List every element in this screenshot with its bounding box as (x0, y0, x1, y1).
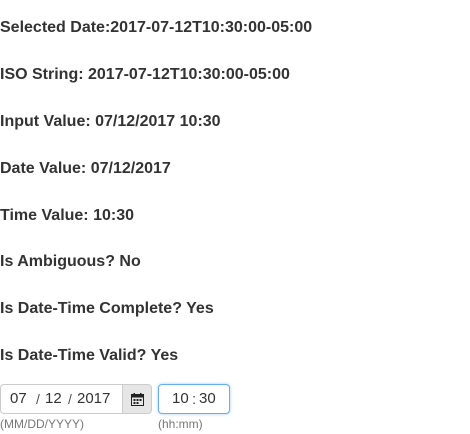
date-picker: 07 / 12 / 2017 (MM/DD/YYYY) (0, 384, 152, 431)
day-segment[interactable]: 12 (45, 385, 62, 413)
input-value-value: 07/12/2017 10:30 (95, 113, 221, 130)
time-input[interactable]: 10 : 30 (158, 384, 230, 414)
date-value-label: Date Value: (0, 160, 91, 177)
selected-date-value: 2017-07-12T10:30:00-05:00 (110, 19, 313, 36)
is-valid-label: Is Date-Time Valid? (0, 347, 151, 364)
is-ambiguous-value: No (119, 253, 141, 270)
date-separator: / (68, 391, 72, 407)
time-separator: : (192, 391, 197, 408)
time-value-line: Time Value: 10:30 (0, 207, 134, 225)
input-value-line: Input Value: 07/12/2017 10:30 (0, 113, 221, 131)
time-value-label: Time Value: (0, 207, 94, 224)
date-value-line: Date Value: 07/12/2017 (0, 160, 171, 178)
date-time-pickers: 07 / 12 / 2017 (MM/DD/YYYY) 10: 30 (hh:… (0, 384, 470, 434)
date-value-value: 07/12/2017 (90, 160, 171, 177)
month-segment[interactable]: 07 (10, 385, 27, 413)
date-time-demo-page: Selected Date:2017-07-12T10:30:00-05:00 … (0, 0, 470, 434)
is-complete-label: Is Date-Time Complete? (0, 300, 187, 317)
is-ambiguous-line: Is Ambiguous? No (0, 253, 141, 271)
open-calendar-button[interactable] (122, 384, 152, 414)
input-value-label: Input Value: (0, 113, 96, 130)
hours-segment[interactable]: 10 (172, 385, 189, 413)
date-input[interactable]: 07 / 12 / 2017 (0, 384, 123, 414)
is-complete-line: Is Date-Time Complete? Yes (0, 300, 214, 318)
is-valid-line: Is Date-Time Valid? Yes (0, 347, 178, 365)
year-segment[interactable]: 2017 (77, 385, 110, 413)
time-value-value: 10:30 (93, 207, 134, 224)
iso-string-value: 2017-07-12T10:30:00-05:00 (88, 66, 290, 83)
is-ambiguous-label: Is Ambiguous? (0, 253, 120, 270)
iso-string-label: ISO String: (0, 66, 88, 83)
minutes-segment[interactable]: 30 (199, 385, 216, 413)
date-separator: / (36, 391, 40, 407)
selected-date-line: Selected Date:2017-07-12T10:30:00-05:00 (0, 19, 312, 37)
time-format-hint: (hh:mm) (158, 417, 203, 431)
is-complete-value: Yes (186, 300, 214, 317)
date-format-hint: (MM/DD/YYYY) (0, 417, 84, 431)
is-valid-value: Yes (150, 347, 179, 364)
selected-date-label: Selected Date: (0, 19, 111, 36)
iso-string-line: ISO String: 2017-07-12T10:30:00-05:00 (0, 66, 290, 84)
